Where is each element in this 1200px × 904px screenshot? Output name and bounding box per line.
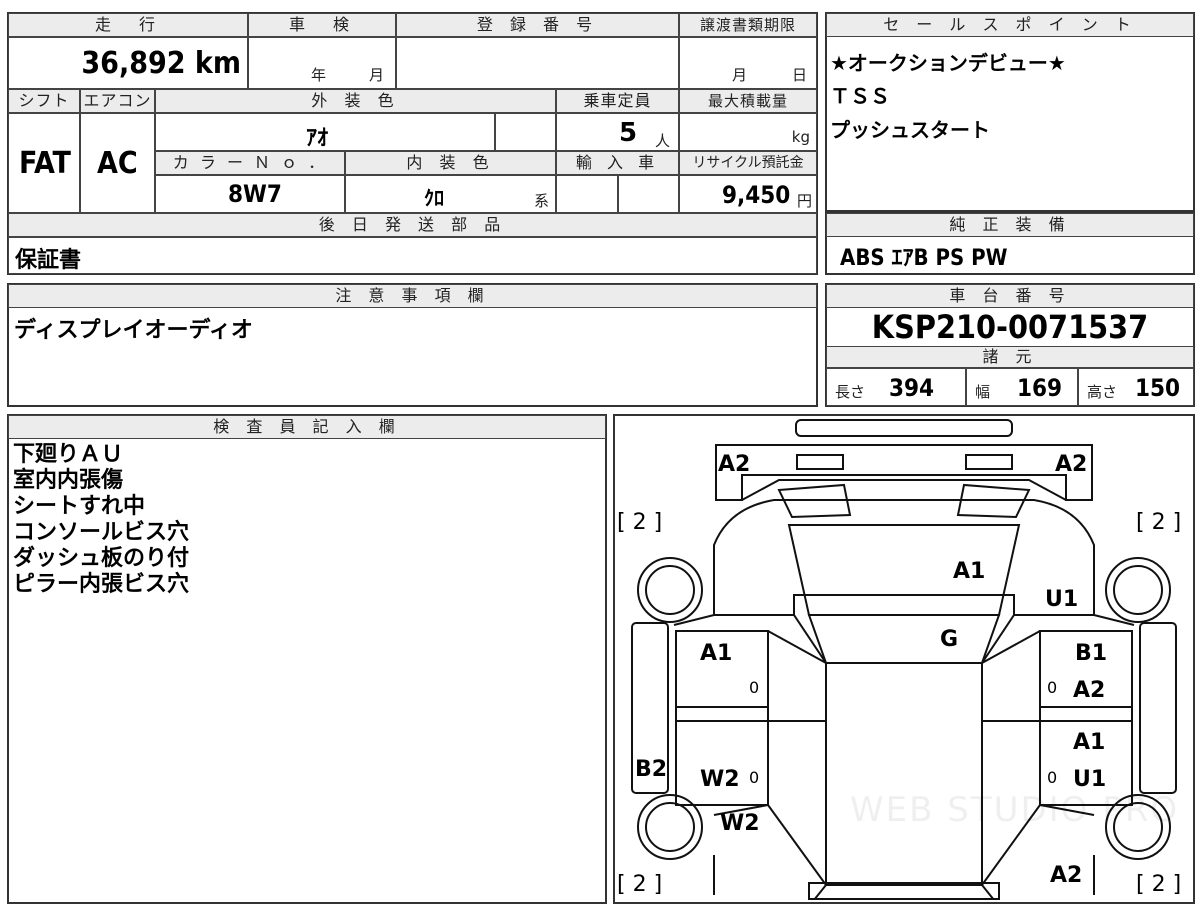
later-parts-value: 保証書 [15,248,82,273]
transfer-deadline-cell: 月 日 [679,37,817,89]
mark-glass: G [940,627,959,652]
mileage-header: 走 行 [8,13,248,37]
sales-point-1: ★オークションデビュー★ [830,51,1066,75]
exterior-color-cell: ｱｵ [155,113,495,151]
sales-point-3: プッシュスタート [830,118,990,142]
height-label: 高さ [1087,383,1118,401]
mark-tire-fl: [ 2 ] [617,510,663,535]
mileage-cell: 36,892 km [8,37,248,89]
chassis-number: KSP210-0071537 [871,308,1149,346]
mark-zero-1: 0 [749,678,760,697]
capacity-cell: 5 人 [556,113,679,151]
import-cell-2 [618,175,679,213]
equipment-value: ABS ｴｱB PS PW [840,246,1008,271]
mark-rocker-left: B2 [635,757,668,782]
exterior-color-extra [495,113,556,151]
recycle-cell: 9,450 円 [679,175,817,213]
ac-header: エアコン [80,89,155,113]
recycle-fee-value: 9,450 [722,181,791,209]
mark-zero-4: 0 [1047,768,1058,787]
transfer-month-label: 月 [732,66,748,84]
width-cell: 幅 169 [966,368,1078,406]
color-no-cell: 8W7 [155,175,345,213]
inspector-line-4: コンソールビス穴 [13,520,190,545]
sales-points-block [825,12,1195,212]
max-load-unit: kg [791,128,810,146]
later-parts-cell: 保証書 [8,237,817,274]
mark-zero-2: 0 [1047,678,1058,697]
interior-color-cell: ｸﾛ 系 [345,175,556,213]
inspector-header: 検 査 員 記 入 欄 [8,415,606,439]
mark-tire-rr: [ 2 ] [1136,872,1182,897]
mark-door-rr-2: U1 [1073,767,1107,792]
mark-door-fr-2: A2 [1073,678,1106,703]
mileage-value: 36,892 km [81,46,241,81]
inspection-cell: 年 月 [248,37,396,89]
color-no-header: カ ラ ー Ｎ ｏ ． [155,151,345,175]
registration-cell [396,37,679,89]
capacity-unit: 人 [655,132,671,150]
mark-rear-right: A2 [1050,863,1083,888]
max-load-cell: kg [679,113,817,151]
inspector-line-2: 室内内張傷 [13,468,124,493]
capacity-header: 乗車定員 [556,89,679,113]
mark-door-fl: A1 [700,641,733,666]
length-label: 長さ [835,383,866,401]
mark-fender-right: U1 [1045,587,1079,612]
registration-header: 登 録 番 号 [396,13,679,37]
capacity-value: 5 [619,118,638,148]
interior-color-header: 内 装 色 [345,151,556,175]
width-label: 幅 [975,383,991,401]
mark-front-right: A2 [1055,452,1088,477]
inspector-line-6: ピラー内張ビス穴 [13,572,190,597]
shift-value: FAT [19,146,71,181]
recycle-header: リサイクル預託金 [679,151,817,175]
inspector-notes: 下廻りＡＵ 室内内張傷 シートすれ中 コンソールビス穴 ダッシュ板のり付 ピラー… [13,442,189,598]
equipment-header: 純 正 装 備 [826,213,1194,237]
inspector-line-5: ダッシュ板のり付 [13,546,190,571]
shift-cell: FAT [8,113,80,213]
inspection-month-label: 月 [369,66,385,84]
max-load-header: 最大積載量 [679,89,817,113]
import-header: 輸 入 車 [556,151,679,175]
height-cell: 高さ 150 [1078,368,1194,406]
mark-quarter-left: W2 [720,811,760,836]
mark-zero-3: 0 [749,768,760,787]
exterior-color-header: 外 装 色 [155,89,556,113]
ac-value: AC [97,146,138,181]
interior-color-suffix: 系 [534,192,550,210]
sales-points-header: セ ー ル ス ポ イ ン ト [826,13,1194,37]
import-cell-1 [556,175,618,213]
sales-point-2: ＴＳＳ [830,84,890,108]
mark-tire-fr: [ 2 ] [1136,510,1182,535]
later-parts-header: 後 日 発 送 部 品 [8,213,817,237]
transfer-deadline-header: 譲渡書類期限 [679,13,817,37]
inspection-header: 車 検 [248,13,396,37]
height-value: 150 [1135,374,1181,402]
interior-color-value: ｸﾛ [424,186,444,210]
length-value: 394 [889,374,935,402]
exterior-color-value: ｱｵ [306,126,329,151]
inspection-year-label: 年 [311,66,327,84]
recycle-fee-unit: 円 [796,192,812,210]
ac-cell: AC [80,113,155,213]
inspector-line-1: 下廻りＡＵ [13,442,124,467]
length-cell: 長さ 394 [826,368,966,406]
watermark: WEB STUDIO PRO [850,790,1180,830]
notes-header: 注 意 事 項 欄 [8,284,817,308]
mark-door-rr-1: A1 [1073,730,1106,755]
spec-header: 諸 元 [826,346,1194,368]
width-value: 169 [1017,374,1063,402]
inspector-line-3: シートすれ中 [13,494,146,519]
mark-door-fr-1: B1 [1075,641,1108,666]
mark-front-left: A2 [718,452,751,477]
mark-door-rl: W2 [700,767,740,792]
chassis-header: 車 台 番 号 [826,284,1194,308]
mark-hood: A1 [953,559,986,584]
transfer-day-label: 日 [792,66,808,84]
mark-tire-rl: [ 2 ] [617,872,663,897]
shift-header: シフト [8,89,80,113]
notes-value: ディスプレイオーディオ [14,318,253,343]
color-no-value: 8W7 [228,180,282,208]
